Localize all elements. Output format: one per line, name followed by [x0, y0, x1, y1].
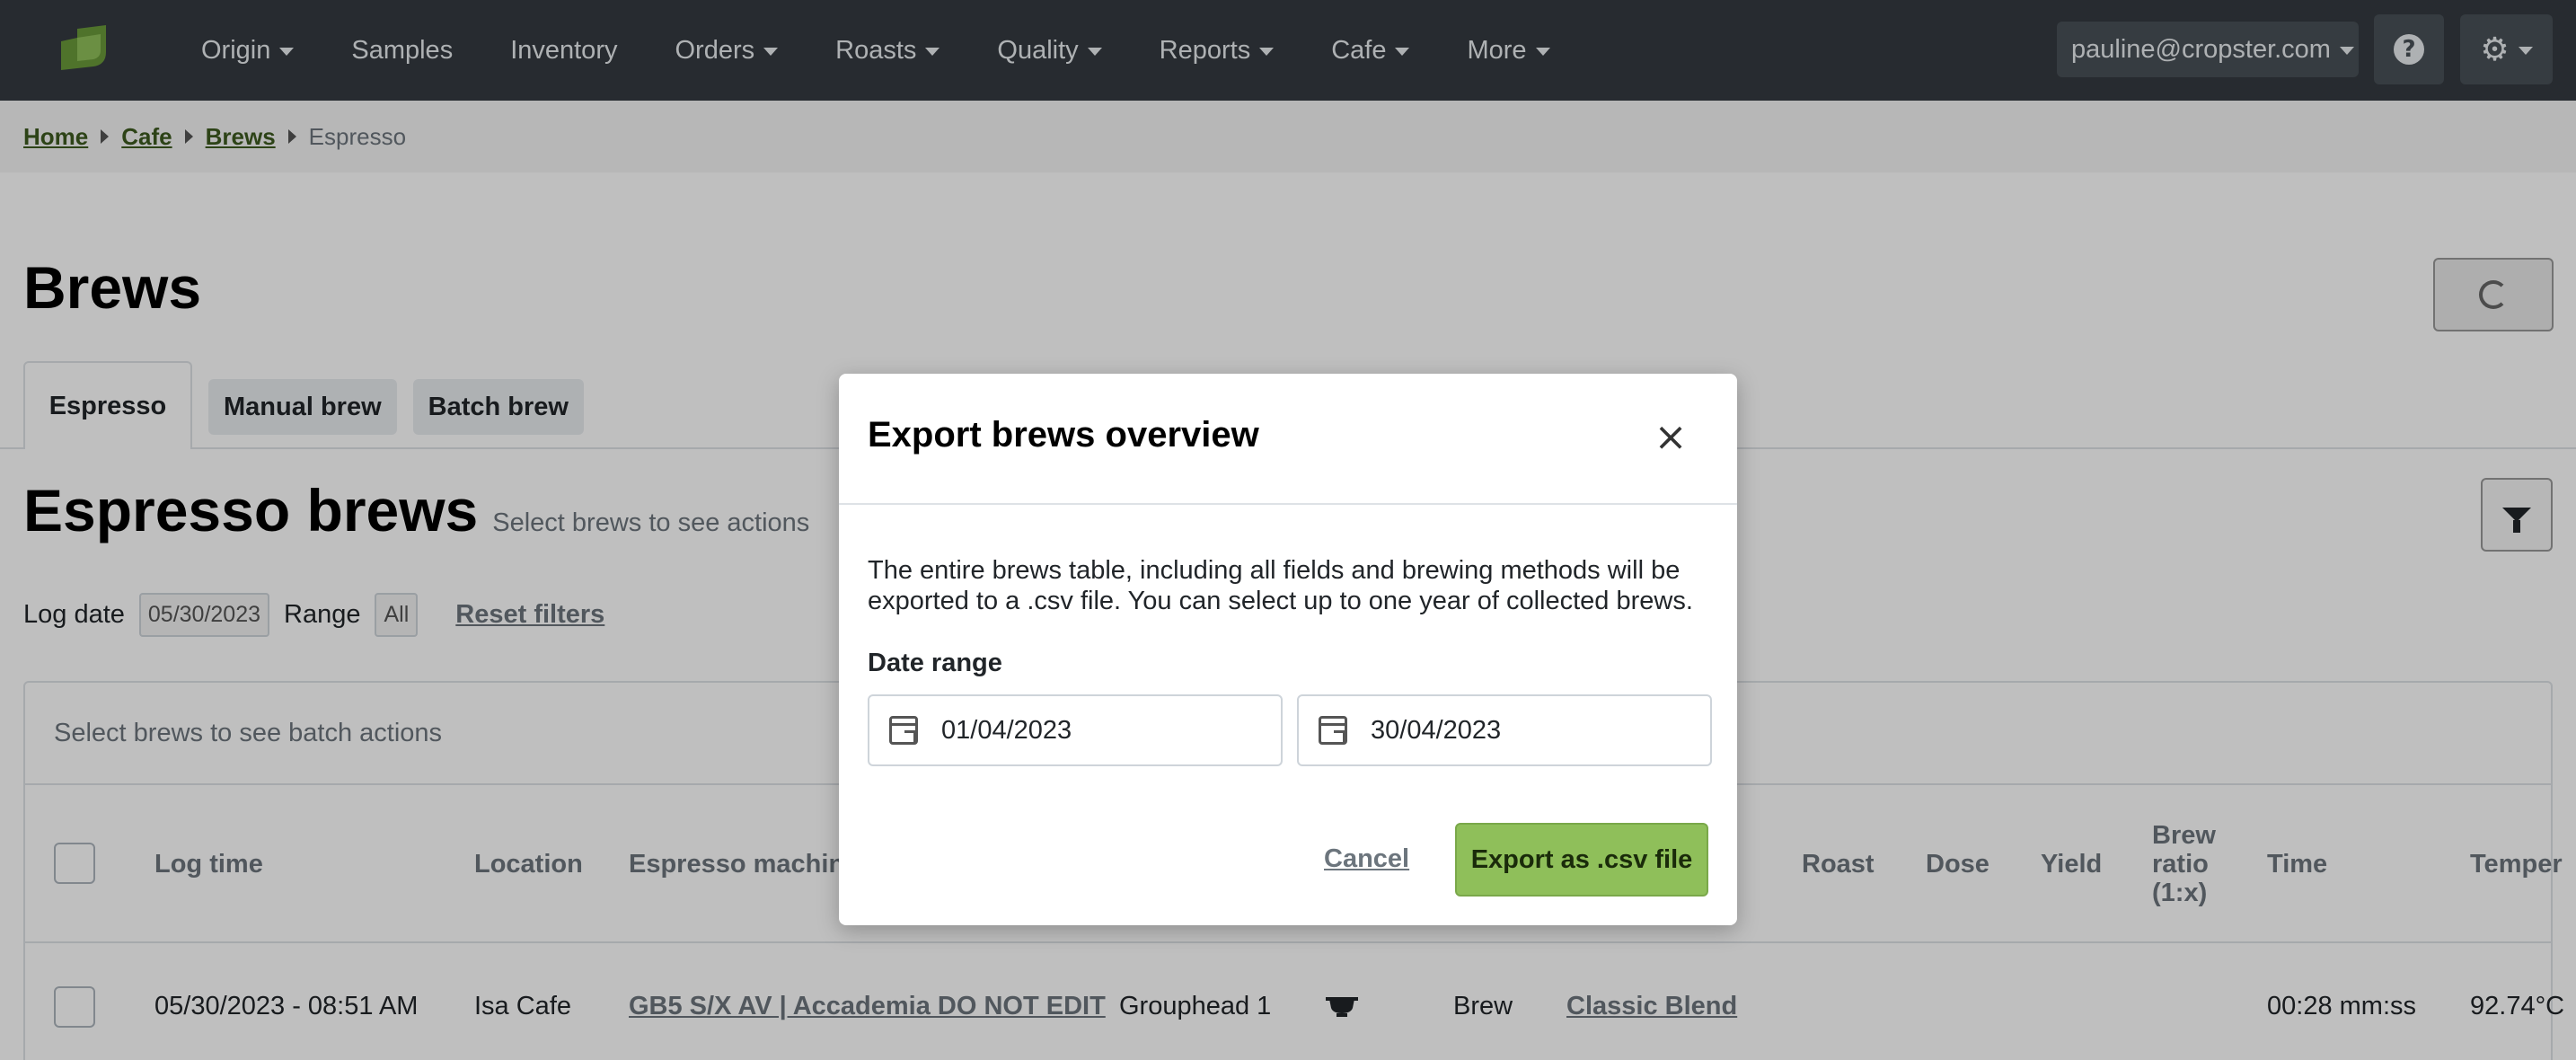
modal-description: The entire brews table, including all fi… [868, 556, 1693, 615]
export-csv-button[interactable]: Export as .csv file [1455, 823, 1708, 897]
end-date-input[interactable]: 30/04/2023 [1297, 694, 1712, 766]
date-range-inputs: 01/04/2023 30/04/2023 [868, 694, 1712, 766]
export-modal: Export brews overview × The entire brews… [839, 374, 1737, 925]
modal-title: Export brews overview [868, 415, 1259, 455]
cancel-button[interactable]: Cancel [1324, 844, 1409, 874]
end-date-value: 30/04/2023 [1371, 715, 1502, 745]
date-range-label: Date range [868, 649, 1002, 677]
close-icon[interactable]: × [1651, 414, 1690, 460]
start-date-value: 01/04/2023 [941, 715, 1072, 745]
start-date-input[interactable]: 01/04/2023 [868, 694, 1283, 766]
modal-footer: Cancel Export as .csv file [839, 823, 1737, 898]
modal-header: Export brews overview × [839, 374, 1737, 505]
calendar-icon [889, 716, 918, 745]
calendar-icon [1319, 716, 1347, 745]
modal-body: The entire brews table, including all fi… [868, 555, 1712, 766]
